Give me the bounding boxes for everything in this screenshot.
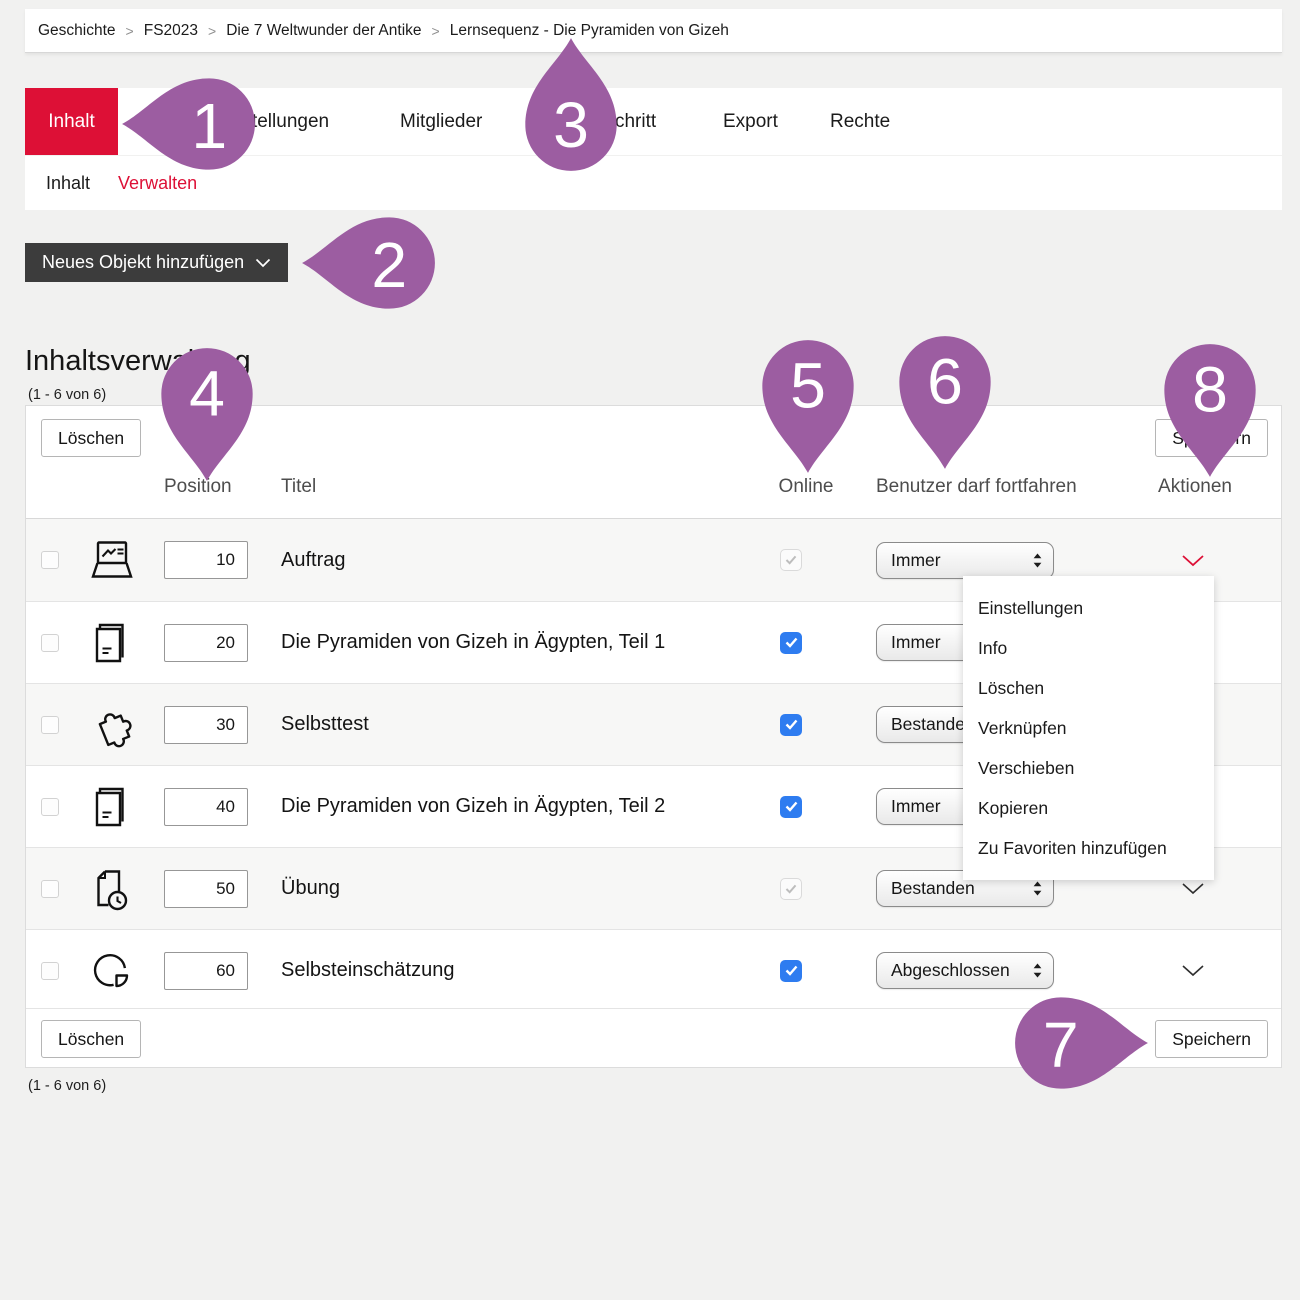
select-arrows-icon [1033, 881, 1042, 896]
breadcrumb-item[interactable]: Die 7 Weltwunder der Antike [226, 22, 421, 40]
menu-item-einstellungen[interactable]: Einstellungen [963, 588, 1214, 628]
chevron-down-icon [255, 258, 271, 268]
row-title: Selbsttest [276, 713, 751, 736]
row-title: Selbsteinschätzung [276, 959, 751, 982]
column-title: Titel [276, 476, 751, 498]
breadcrumb: Geschichte > FS2023 > Die 7 Weltwunder d… [25, 9, 1282, 53]
column-actions: Aktionen [1158, 476, 1232, 498]
breadcrumb-separator: > [432, 23, 440, 39]
table-row: Selbsteinschätzung Abgeschlossen [26, 929, 1281, 1011]
menu-item-kopieren[interactable]: Kopieren [963, 788, 1214, 828]
online-checkbox[interactable] [780, 549, 802, 571]
tab-export[interactable]: Export [723, 88, 778, 155]
annotation-marker-2: 2 [300, 211, 437, 315]
proceed-select[interactable]: Immer [876, 542, 1054, 579]
breadcrumb-item[interactable]: FS2023 [144, 22, 198, 40]
row-select-checkbox[interactable] [41, 716, 59, 734]
breadcrumb-item[interactable]: Geschichte [38, 22, 116, 40]
row-select-checkbox[interactable] [41, 880, 59, 898]
row-title: Auftrag [276, 549, 751, 572]
online-checkbox[interactable] [780, 796, 802, 818]
tab-rechte[interactable]: Rechte [830, 88, 890, 155]
actions-chevron-icon[interactable] [1181, 882, 1205, 895]
select-arrows-icon [1033, 963, 1042, 978]
row-select-checkbox[interactable] [41, 962, 59, 980]
position-input[interactable] [164, 952, 248, 990]
menu-item-verschieben[interactable]: Verschieben [963, 748, 1214, 788]
main-tabs: Inhalt Einstellungen Mitglieder Lernfort… [25, 88, 1282, 155]
result-count-top: (1 - 6 von 6) [28, 387, 106, 403]
position-input[interactable] [164, 541, 248, 579]
menu-item-zu-favoriten[interactable]: Zu Favoriten hinzufügen [963, 828, 1214, 868]
add-object-label: Neues Objekt hinzufügen [42, 252, 244, 273]
select-arrows-icon [1033, 553, 1042, 568]
table-footer: Löschen Speichern [26, 1008, 1281, 1067]
online-checkbox[interactable] [780, 960, 802, 982]
subtab-verwalten[interactable]: Verwalten [118, 173, 197, 194]
breadcrumb-item-current[interactable]: Lernsequenz - Die Pyramiden von Gizeh [450, 22, 729, 40]
row-select-checkbox[interactable] [41, 798, 59, 816]
row-title: Übung [276, 877, 751, 900]
online-checkbox[interactable] [780, 878, 802, 900]
exercise-icon [89, 866, 164, 912]
online-checkbox[interactable] [780, 632, 802, 654]
svg-text:2: 2 [371, 229, 407, 301]
page: Geschichte > FS2023 > Die 7 Weltwunder d… [0, 0, 1300, 1300]
result-count-bottom: (1 - 6 von 6) [28, 1078, 106, 1094]
column-proceed: Benutzer darf fortfahren [831, 476, 1081, 498]
column-position: Position [164, 476, 276, 498]
position-input[interactable] [164, 788, 248, 826]
page-title: Inhaltsverwaltung [25, 345, 251, 378]
proceed-select-value: Abgeschlossen [891, 960, 1010, 981]
row-select-checkbox[interactable] [41, 634, 59, 652]
online-checkbox[interactable] [780, 714, 802, 736]
actions-chevron-icon[interactable] [1181, 964, 1205, 977]
delete-button-bottom[interactable]: Löschen [41, 1020, 141, 1058]
position-input[interactable] [164, 624, 248, 662]
proceed-select-value: Bestanden [891, 878, 975, 899]
save-button-bottom[interactable]: Speichern [1155, 1020, 1268, 1058]
position-input[interactable] [164, 870, 248, 908]
breadcrumb-separator: > [208, 23, 216, 39]
actions-chevron-icon[interactable] [1181, 554, 1205, 567]
row-title: Die Pyramiden von Gizeh in Ägypten, Teil… [276, 795, 751, 818]
content-page-icon [89, 539, 164, 581]
table-header: Löschen Speichern Position Titel Online … [26, 406, 1281, 519]
actions-dropdown-menu: Einstellungen Info Löschen Verknüpfen Ve… [963, 576, 1214, 880]
learning-module-icon [89, 784, 164, 830]
learning-module-icon [89, 620, 164, 666]
tab-einstellungen[interactable]: Einstellungen [215, 88, 329, 155]
menu-item-loeschen[interactable]: Löschen [963, 668, 1214, 708]
position-input[interactable] [164, 706, 248, 744]
menu-item-verknuepfen[interactable]: Verknüpfen [963, 708, 1214, 748]
puzzle-icon [89, 700, 164, 750]
tab-inhalt[interactable]: Inhalt [25, 88, 118, 155]
sub-tabs: Inhalt Verwalten [25, 156, 1282, 210]
proceed-select-value: Immer [891, 796, 941, 817]
delete-button-top[interactable]: Löschen [41, 419, 141, 457]
row-title: Die Pyramiden von Gizeh in Ägypten, Teil… [276, 631, 751, 654]
subtab-inhalt[interactable]: Inhalt [46, 173, 90, 194]
tab-mitglieder[interactable]: Mitglieder [400, 88, 482, 155]
column-header-row: Position Titel Online Benutzer darf fort… [26, 456, 1281, 518]
row-select-checkbox[interactable] [41, 551, 59, 569]
save-button-top[interactable]: Speichern [1155, 419, 1268, 457]
tab-lernfortschritt[interactable]: Lernfortschritt [540, 88, 656, 155]
add-object-button[interactable]: Neues Objekt hinzufügen [25, 243, 288, 282]
proceed-select-value: Immer [891, 632, 941, 653]
survey-icon [89, 948, 164, 994]
column-online: Online [779, 476, 834, 498]
menu-item-info[interactable]: Info [963, 628, 1214, 668]
proceed-select-value: Immer [891, 550, 941, 571]
proceed-select[interactable]: Abgeschlossen [876, 952, 1054, 989]
breadcrumb-separator: > [126, 23, 134, 39]
